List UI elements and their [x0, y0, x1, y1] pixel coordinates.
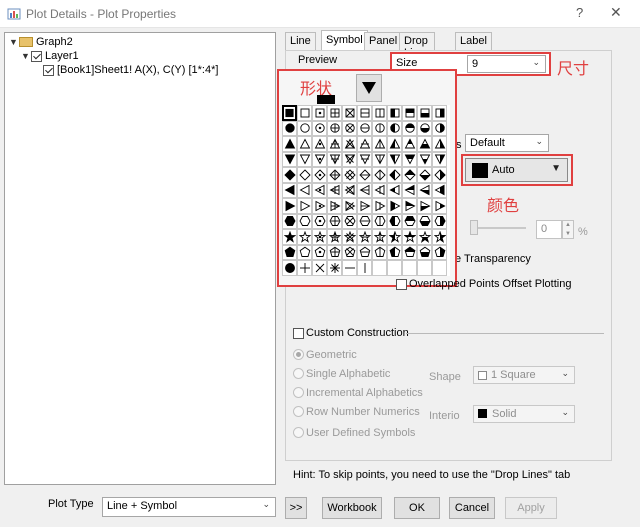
overlapped-label: Overlapped Points Offset Plotting	[409, 278, 572, 290]
help-button[interactable]: ?	[576, 5, 583, 20]
chevron-down-icon: ⌄	[561, 368, 569, 378]
custom-shape-value: 1 Square	[491, 369, 536, 381]
plot-type-value: Line + Symbol	[107, 500, 178, 512]
hint-text: Hint: To skip points, you need to use th…	[293, 469, 571, 481]
layer-checkbox[interactable]	[31, 50, 42, 62]
tree-layer-label: Layer1	[45, 50, 79, 63]
radio-incremental-alphabetics-label: Incremental Alphabetics	[306, 387, 423, 399]
tree-item-layer[interactable]: ▼ Layer1	[21, 50, 79, 64]
divider	[406, 333, 604, 334]
interior-label: Interio	[429, 410, 460, 422]
size-annotation: 尺寸	[557, 61, 590, 78]
cancel-button[interactable]: Cancel	[449, 497, 495, 519]
transparency-slider-thumb[interactable]	[470, 220, 478, 235]
square-icon	[478, 370, 487, 380]
radio-user-defined-symbols[interactable]	[293, 427, 304, 438]
solid-square-icon	[478, 409, 487, 418]
tab-drop-lines[interactable]: Drop Lines	[399, 32, 436, 59]
chevron-down-icon: ⌄	[535, 136, 543, 146]
interior-combo[interactable]: Solid ⌄	[473, 405, 575, 423]
transparency-spin[interactable]: 0	[536, 220, 562, 239]
chevron-down-icon: ⌄	[561, 407, 569, 417]
folder-icon	[19, 37, 33, 48]
chevron-down-icon: ⌄	[262, 499, 270, 509]
radio-geometric[interactable]	[293, 349, 304, 360]
apply-button[interactable]: Apply	[505, 497, 557, 519]
shape-highlight-box	[277, 69, 457, 287]
radio-row-number-numerics-label: Row Number Numerics	[306, 406, 420, 418]
tree-item-graph[interactable]: ▼ Graph2	[9, 36, 73, 50]
radio-single-alphabetic[interactable]	[293, 368, 304, 379]
plot-checkbox[interactable]	[43, 64, 54, 76]
collapse-icon[interactable]: ▼	[9, 37, 19, 47]
spin-arrows-icon[interactable]: ▲ ▼	[562, 220, 574, 239]
tab-symbol[interactable]: Symbol	[321, 30, 368, 50]
close-button[interactable]: ✕	[610, 4, 622, 21]
custom-construction-checkbox[interactable]	[293, 328, 304, 339]
transparency-label: e Transparency	[455, 253, 531, 265]
radio-geometric-label: Geometric	[306, 349, 357, 361]
percent-label: %	[578, 226, 588, 238]
tab-label[interactable]: Label	[455, 32, 492, 50]
tree-graph-label: Graph2	[36, 36, 73, 49]
preview-label: Preview	[298, 54, 338, 66]
color-highlight-box	[461, 154, 573, 186]
ok-button[interactable]: OK	[394, 497, 440, 519]
custom-construction-label: Custom Construction	[306, 327, 409, 339]
edge-combo[interactable]: Default ⌄	[465, 134, 549, 152]
tree-plot-label: [Book1]Sheet1! A(X), C(Y) [1*:4*]	[57, 64, 219, 77]
tab-line[interactable]: Line	[285, 32, 316, 50]
interior-value: Solid	[492, 408, 517, 420]
plot-type-label: Plot Type	[48, 498, 94, 510]
plot-type-combo[interactable]: Line + Symbol ⌄	[102, 497, 276, 517]
tab-panel[interactable]: Panel	[364, 32, 403, 50]
transparency-slider-track[interactable]	[470, 227, 526, 229]
collapse-icon[interactable]: ▼	[21, 51, 31, 61]
plot-tree[interactable]: ▼ Graph2 ▼ Layer1 [Book1]Sheet1! A(X), C(Y…	[4, 32, 276, 485]
edge-value: Default	[470, 137, 505, 149]
window-title: Plot Details - Plot Properties	[26, 7, 177, 21]
color-annotation: 颜色	[487, 198, 520, 215]
app-icon	[7, 8, 21, 20]
radio-row-number-numerics[interactable]	[293, 406, 304, 417]
radio-incremental-alphabetics[interactable]	[293, 387, 304, 398]
workbook-button[interactable]: Workbook	[322, 497, 382, 519]
shape-label: Shape	[429, 371, 461, 383]
radio-single-alphabetic-label: Single Alphabetic	[306, 368, 391, 380]
custom-shape-combo[interactable]: 1 Square ⌄	[473, 366, 575, 384]
title-bar: Plot Details - Plot Properties ? ✕	[0, 0, 640, 28]
expand-button[interactable]: >>	[285, 497, 307, 519]
overlapped-checkbox[interactable]	[396, 279, 407, 290]
tree-item-plot[interactable]: [Book1]Sheet1! A(X), C(Y) [1*:4*]	[43, 64, 218, 78]
radio-user-defined-symbols-label: User Defined Symbols	[306, 427, 416, 439]
